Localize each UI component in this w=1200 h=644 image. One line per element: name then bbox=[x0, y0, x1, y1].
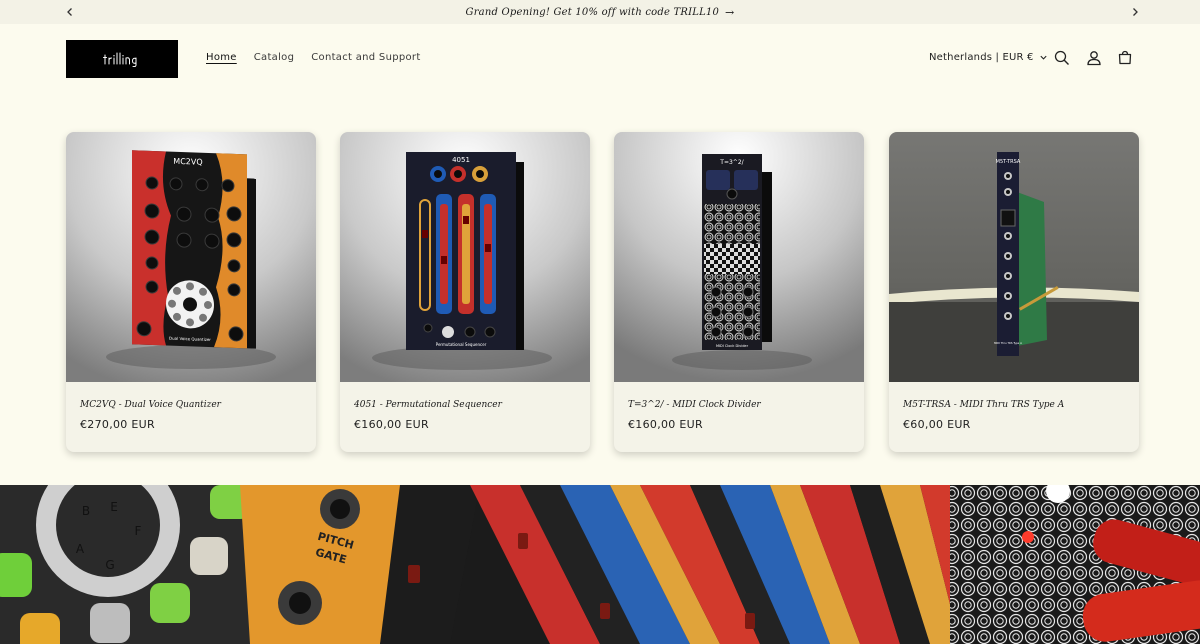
product-photo-clock-divider: T=3^2/ MIDI Clock Divider bbox=[614, 132, 864, 382]
panel-label: MC2VQ bbox=[173, 157, 202, 167]
nav-contact-support[interactable]: Contact and Support bbox=[311, 52, 420, 63]
product-card[interactable]: T=3^2/ MIDI Clock Divider T=3^2/ - MIDI … bbox=[614, 132, 864, 452]
cart-icon bbox=[1118, 50, 1132, 65]
product-image[interactable]: 4051 Permutational Sequencer bbox=[340, 132, 590, 382]
product-photo-4051: 4051 Permutational Sequencer bbox=[340, 132, 590, 382]
product-title[interactable]: T=3^2/ - MIDI Clock Divider bbox=[628, 400, 761, 410]
product-price: €160,00 EUR bbox=[354, 418, 429, 431]
product-title[interactable]: M5T-TRSA - MIDI Thru TRS Type A bbox=[903, 400, 1064, 410]
product-title[interactable]: MC2VQ - Dual Voice Quantizer bbox=[80, 400, 221, 410]
nav-catalog[interactable]: Catalog bbox=[254, 52, 295, 63]
product-price: €270,00 EUR bbox=[80, 418, 155, 431]
chevron-left-icon bbox=[67, 8, 72, 16]
search-icon bbox=[1054, 50, 1069, 65]
announcement-prev-button[interactable] bbox=[62, 4, 78, 20]
site-header: trilling Home Catalog Contact and Suppor… bbox=[0, 24, 1200, 94]
country-currency-label: Netherlands | EUR € bbox=[929, 52, 1034, 63]
country-currency-selector[interactable]: Netherlands | EUR € bbox=[929, 52, 1048, 63]
panel-subtitle: Permutational Sequencer bbox=[436, 342, 487, 347]
search-button[interactable] bbox=[1053, 49, 1071, 67]
wheel-letter-b: B bbox=[82, 504, 90, 518]
panel-subtitle: MIDI Thru TRS Type A bbox=[994, 341, 1022, 345]
banner-photo: B E F A G PITCH GATE bbox=[0, 485, 1200, 644]
hero-banner-image: B E F A G PITCH GATE bbox=[0, 485, 1200, 644]
chevron-right-icon bbox=[1133, 8, 1138, 16]
wheel-letter-f: F bbox=[135, 524, 142, 538]
product-card[interactable]: MC2VQ Dual Voice Quantizer MC2VQ - Dual … bbox=[66, 132, 316, 452]
panel-label: M5T-TRSA bbox=[996, 159, 1021, 165]
product-title[interactable]: 4051 - Permutational Sequencer bbox=[354, 400, 502, 410]
store-logo[interactable]: trilling bbox=[66, 40, 178, 78]
product-photo-midi-thru: M5T-TRSA MIDI Thru TRS Type A bbox=[889, 132, 1139, 382]
wheel-letter-a: A bbox=[76, 542, 85, 556]
product-image[interactable]: M5T-TRSA MIDI Thru TRS Type A bbox=[889, 132, 1139, 382]
product-card[interactable]: 4051 Permutational Sequencer 4051 - Perm… bbox=[340, 132, 590, 452]
logo-wordmark bbox=[103, 52, 137, 67]
announcement-next-button[interactable] bbox=[1127, 4, 1143, 20]
announcement-bar: Grand Opening! Get 10% off with code TRI… bbox=[0, 0, 1200, 24]
product-grid: MC2VQ Dual Voice Quantizer MC2VQ - Dual … bbox=[66, 132, 1139, 452]
panel-label: T=3^2/ bbox=[719, 159, 744, 166]
product-photo-mc2vq: MC2VQ Dual Voice Quantizer bbox=[66, 132, 316, 382]
arrow-right-icon: → bbox=[725, 5, 735, 19]
panel-label: 4051 bbox=[452, 156, 470, 164]
account-button[interactable] bbox=[1085, 49, 1103, 67]
announcement-text: Grand Opening! Get 10% off with code TRI… bbox=[465, 6, 720, 18]
panel-subtitle: MIDI Clock Divider bbox=[716, 344, 749, 348]
product-image[interactable]: MC2VQ Dual Voice Quantizer bbox=[66, 132, 316, 382]
main-navigation: Home Catalog Contact and Support bbox=[206, 52, 421, 63]
product-image[interactable]: T=3^2/ MIDI Clock Divider bbox=[614, 132, 864, 382]
cart-button[interactable] bbox=[1116, 49, 1134, 67]
product-price: €60,00 EUR bbox=[903, 418, 971, 431]
nav-home[interactable]: Home bbox=[206, 52, 237, 63]
announcement-message[interactable]: Grand Opening! Get 10% off with code TRI… bbox=[466, 6, 735, 19]
wheel-letter-e: E bbox=[110, 500, 118, 514]
account-icon bbox=[1087, 51, 1101, 66]
wheel-letter-g: G bbox=[105, 558, 114, 572]
product-price: €160,00 EUR bbox=[628, 418, 703, 431]
product-card[interactable]: M5T-TRSA MIDI Thru TRS Type A M5T-TRSA -… bbox=[889, 132, 1139, 452]
chevron-down-icon bbox=[1040, 55, 1047, 60]
